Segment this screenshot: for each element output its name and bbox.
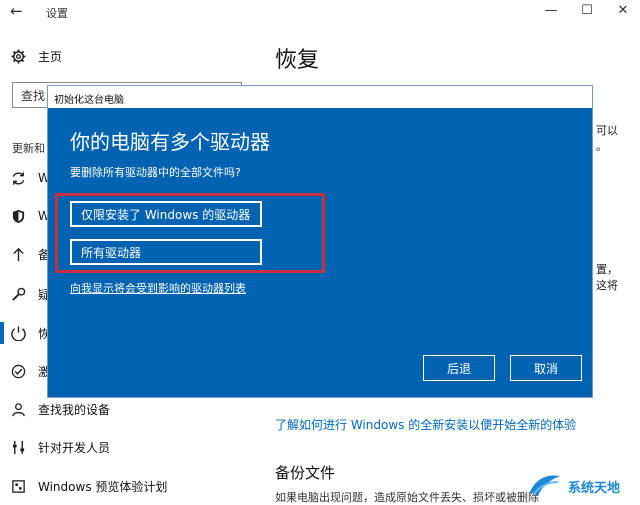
sidebar-item-label: 针对开发人员 xyxy=(38,440,111,455)
dialog-heading: 你的电脑有多个驱动器 xyxy=(70,130,270,154)
dialog-title: 初始化这台电脑 xyxy=(48,86,592,108)
text-fragment: 这将 xyxy=(596,279,618,292)
text-fragment: 置， xyxy=(596,263,618,276)
close-icon[interactable]: ✕ xyxy=(614,2,632,20)
text-fragment: 。 xyxy=(596,140,607,153)
page-title: 恢复 xyxy=(275,48,320,73)
sidebar-item-find-my-device[interactable]: 查找我的设备 xyxy=(10,397,110,421)
wrench-icon xyxy=(10,286,26,302)
window-titlebar: ← 设置 — ☐ ✕ xyxy=(0,0,640,24)
developer-icon xyxy=(10,439,26,455)
sidebar-item-windows-security[interactable]: W xyxy=(10,204,50,228)
back-arrow-icon[interactable]: ← xyxy=(10,2,28,20)
dialog-question: 要删除所有驱动器中的全部文件吗? xyxy=(70,166,241,179)
sidebar-item-label: 主页 xyxy=(38,49,63,64)
sidebar-item-backup[interactable]: 备 xyxy=(10,242,50,266)
check-circle-icon xyxy=(10,363,26,379)
sidebar-item-insider[interactable]: Windows 预览体验计划 xyxy=(10,474,167,498)
shield-icon xyxy=(10,208,26,224)
cancel-button[interactable]: 取消 xyxy=(510,355,582,381)
backup-section-title: 备份文件 xyxy=(275,464,336,482)
minimize-icon[interactable]: — xyxy=(542,2,560,20)
recovery-icon xyxy=(10,325,26,341)
text-fragment: 可以 xyxy=(596,124,618,137)
back-button[interactable]: 后退 xyxy=(423,355,495,381)
upload-arrow-icon xyxy=(10,246,26,262)
gear-icon xyxy=(10,48,26,64)
window-title: 设置 xyxy=(46,7,68,20)
backup-description: 如果电脑出现问题，造成原始文件丢失、损坏或被删除 xyxy=(275,491,539,504)
insider-icon xyxy=(10,478,26,494)
watermark-text: 系统天地 xyxy=(568,480,621,496)
sidebar-item-home[interactable]: 主页 xyxy=(10,44,62,68)
sidebar-item-recovery[interactable]: 恢 xyxy=(10,321,50,345)
highlight-box xyxy=(55,193,325,273)
sidebar-item-activation[interactable]: 激 xyxy=(10,359,50,383)
person-pin-icon xyxy=(10,401,26,417)
show-affected-drives-link[interactable]: 向我显示将会受到影响的驱动器列表 xyxy=(70,280,246,296)
maximize-icon[interactable]: ☐ xyxy=(578,2,596,20)
sidebar-item-label: Windows 预览体验计划 xyxy=(38,479,168,494)
sidebar-item-developers[interactable]: 针对开发人员 xyxy=(10,435,110,459)
sidebar-section-label: 更新和 xyxy=(12,142,45,155)
watermark-logo-icon xyxy=(528,470,562,502)
sidebar-item-troubleshoot[interactable]: 疑 xyxy=(10,282,50,306)
clean-install-link[interactable]: 了解如何进行 Windows 的全新安装以便开始全新的体验 xyxy=(275,416,576,433)
sync-icon xyxy=(10,170,26,186)
sidebar-item-windows-update[interactable]: W xyxy=(10,166,50,190)
active-indicator xyxy=(0,322,4,344)
watermark: 系统天地 xyxy=(528,470,638,502)
sidebar-item-label: 查找我的设备 xyxy=(38,402,111,417)
